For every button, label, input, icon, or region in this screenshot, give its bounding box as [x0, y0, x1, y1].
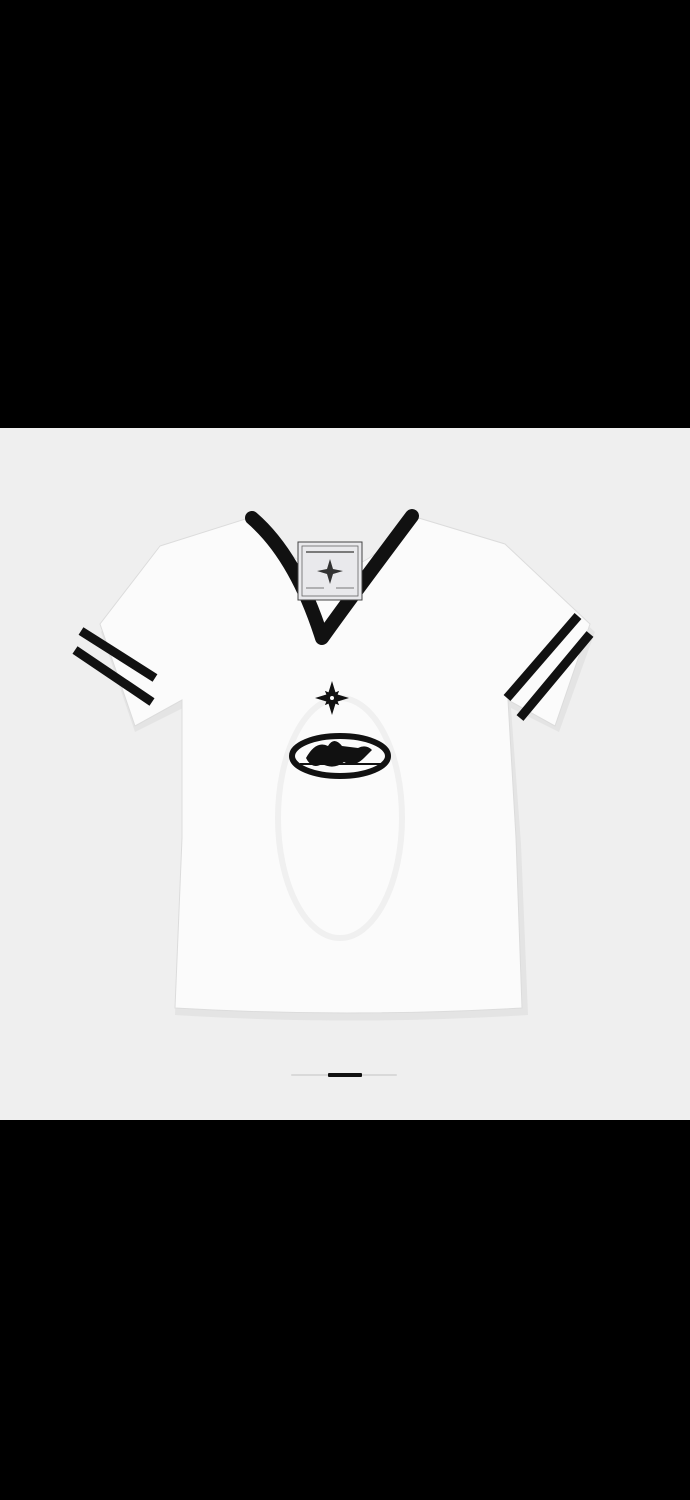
product-image-viewer[interactable] [0, 428, 690, 1120]
oval-lion-emblem-icon [289, 733, 391, 779]
bottom-letterbox [0, 1120, 690, 1500]
pager-indicator[interactable] [328, 1073, 362, 1077]
carousel-pager [0, 1070, 690, 1080]
top-letterbox [0, 0, 690, 428]
neck-label-icon [297, 541, 363, 601]
image-viewer-screen [0, 0, 690, 1500]
tshirt-image[interactable] [0, 428, 690, 1120]
